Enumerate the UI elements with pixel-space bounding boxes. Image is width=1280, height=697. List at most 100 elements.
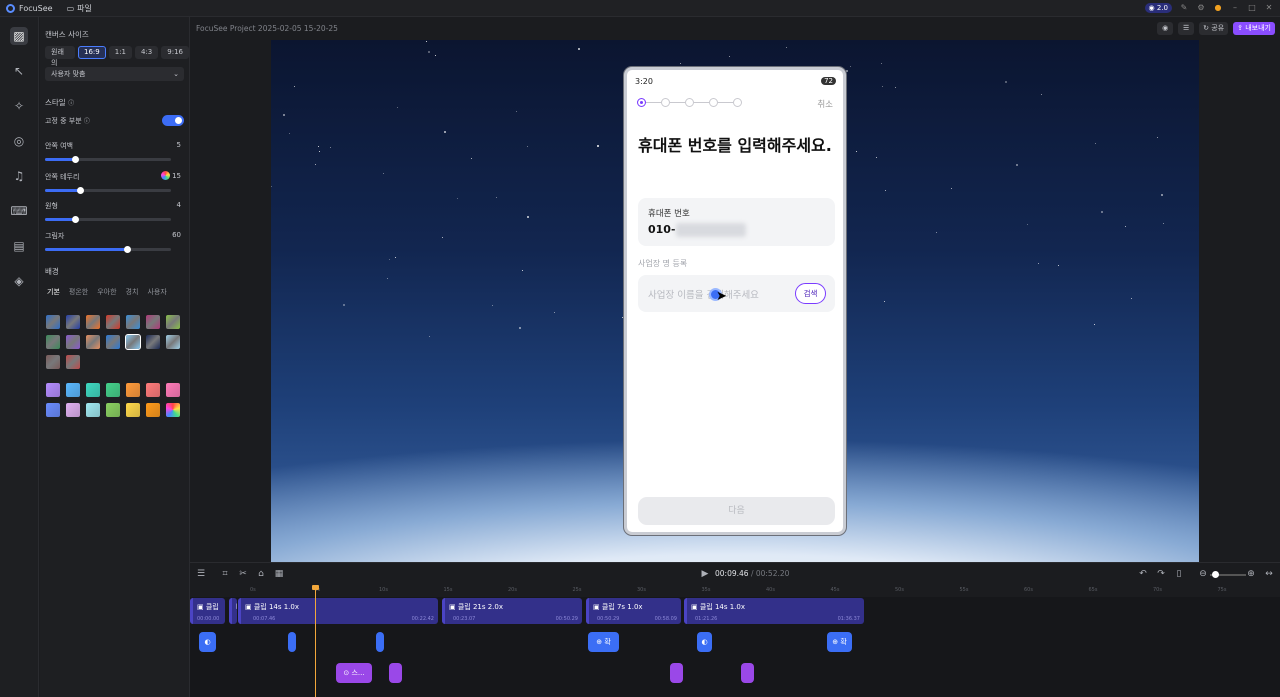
minimize-icon[interactable]: – [1230,3,1240,13]
effects-tool-icon[interactable]: ✧ [10,97,28,115]
close-icon[interactable]: ✕ [1264,3,1274,13]
background-color-swatch[interactable] [146,383,160,397]
preview-icon[interactable]: ◉ [1157,22,1174,35]
background-color-swatch[interactable] [46,383,60,397]
drop-tool-icon[interactable]: ◈ [10,272,28,290]
background-color-swatch[interactable] [86,383,100,397]
clip-5[interactable]: ▣ 클립 7s 1.0x 00:50.29 00:58.09 [586,598,681,624]
grid-icon[interactable]: ▦ [274,569,284,579]
background-color-swatch[interactable] [86,403,100,417]
background-image-swatch[interactable] [46,335,60,349]
background-image-swatch[interactable] [146,315,160,329]
business-search-field[interactable]: 사업장 이름을 검색해주세요 ➤ 검색 [638,275,835,312]
camera-icon[interactable]: ⌂ [256,569,266,579]
search-button[interactable]: 검색 [795,283,826,304]
slider-track[interactable] [45,216,171,223]
slider-knob[interactable] [77,187,85,194]
background-image-swatch[interactable] [106,315,120,329]
camera-tool-icon[interactable]: ◎ [10,132,28,150]
edit-icon[interactable]: ✎ [1179,3,1189,13]
background-image-swatch[interactable] [106,335,120,349]
background-image-swatch[interactable] [166,335,180,349]
effect-block[interactable] [670,663,683,683]
background-image-swatch[interactable] [46,355,60,369]
slider-track[interactable] [45,156,171,163]
slider-knob[interactable] [123,246,131,253]
version-badge[interactable]: ◉ 2.0 [1144,3,1172,13]
zoom-block[interactable]: ◐ [697,632,712,652]
fit-icon[interactable]: ↔ [1264,569,1274,579]
crop-icon[interactable]: ⌗ [220,569,230,579]
playhead[interactable] [312,585,319,697]
background-color-swatch[interactable] [46,403,60,417]
zoom-knob[interactable] [1212,571,1219,578]
tab-elegant[interactable]: 우아한 [97,287,116,297]
background-color-swatch[interactable] [166,383,180,397]
share-button[interactable]: ↻ 공유 [1199,22,1229,35]
zoom-block[interactable] [376,632,384,652]
tab-calm[interactable]: 평온한 [69,287,88,297]
color-picker-icon[interactable] [161,171,170,180]
play-icon[interactable]: ▶ [700,569,710,579]
background-color-swatch[interactable] [126,383,140,397]
ratio-original[interactable]: 원래의 [45,46,75,67]
keyboard-tool-icon[interactable]: ⌨ [10,202,28,220]
slider-track[interactable] [45,246,171,253]
phone-number-card[interactable]: 휴대폰 번호 010- [638,198,835,246]
clip-3[interactable]: ▣ 클립 14s 1.0x 00:07.46 00:22.42 [238,598,438,624]
clip-2[interactable]: ▣ [229,598,237,624]
background-color-swatch[interactable] [66,403,80,417]
zoom-block[interactable]: ⊕ 확 [588,632,619,652]
tab-custom[interactable]: 사용자 [147,287,166,297]
audio-tool-icon[interactable]: ♫ [10,167,28,185]
background-image-swatch[interactable] [66,355,80,369]
cut-icon[interactable]: ✂ [238,569,248,579]
background-color-swatch[interactable] [126,403,140,417]
size-dropdown[interactable]: 사용자 맞춤 ⌄ [45,67,184,81]
slider-knob[interactable] [72,216,80,223]
background-image-swatch[interactable] [66,315,80,329]
background-image-swatch[interactable] [126,315,140,329]
ratio-1-1[interactable]: 1:1 [108,46,132,59]
maximize-icon[interactable]: □ [1247,3,1257,13]
cursor-tool-icon[interactable]: ↖ [10,62,28,80]
zoom-block[interactable] [288,632,296,652]
zoom-out-icon[interactable]: ⊖ [1198,569,1208,579]
file-menu[interactable]: ▭ 파일 [67,3,92,14]
background-color-swatch[interactable] [166,403,180,417]
zoom-block[interactable]: ◐ [199,632,216,652]
undo-icon[interactable]: ↶ [1138,569,1148,579]
time-ruler[interactable]: 0s 5s 10s 15s 20s 25s 30s 35s 40s 45s 50s 55s 60s 65s… [190,585,1280,597]
slider-knob[interactable] [72,156,80,163]
background-image-swatch[interactable] [46,315,60,329]
adjust-icon[interactable]: ☰ [1178,22,1195,35]
cancel-link[interactable]: 취소 [817,98,833,110]
clip-4[interactable]: ▣ 클립 21s 2.0x 00:23.07 00:50.29 [442,598,582,624]
delete-icon[interactable]: ▯ [1174,569,1184,579]
menu-icon[interactable]: ☰ [196,569,206,579]
background-image-swatch[interactable] [86,335,100,349]
clip-1[interactable]: ▣ 클립 00:00.00 [190,598,225,624]
background-color-swatch[interactable] [106,383,120,397]
effect-block[interactable]: ⊙ 스... [336,663,372,683]
background-image-swatch[interactable] [166,315,180,329]
tab-basic[interactable]: 기본 [47,287,60,297]
ratio-16-9[interactable]: 16:9 [78,46,106,59]
background-color-swatch[interactable] [106,403,120,417]
ratio-4-3[interactable]: 4:3 [135,46,159,59]
slider-track[interactable] [45,187,171,194]
redo-icon[interactable]: ↷ [1156,569,1166,579]
zoom-in-icon[interactable]: ⊕ [1246,569,1256,579]
background-image-swatch[interactable] [146,335,160,349]
export-button[interactable]: ⇪ 내보내기 [1233,22,1275,35]
caption-tool-icon[interactable]: ▤ [10,237,28,255]
background-color-swatch[interactable] [66,383,80,397]
zoom-block[interactable]: ⊕ 확 [827,632,852,652]
next-button[interactable]: 다음 [638,497,835,525]
background-image-swatch[interactable] [125,334,141,350]
effect-block[interactable] [741,663,754,683]
canvas-tool-icon[interactable]: ▨ [10,27,28,45]
clip-6[interactable]: ▣ 클립 14s 1.0x 01:21.26 01:36.37 [684,598,864,624]
ratio-9-16[interactable]: 9:16 [161,46,189,59]
fixed-toggle[interactable] [162,115,184,126]
